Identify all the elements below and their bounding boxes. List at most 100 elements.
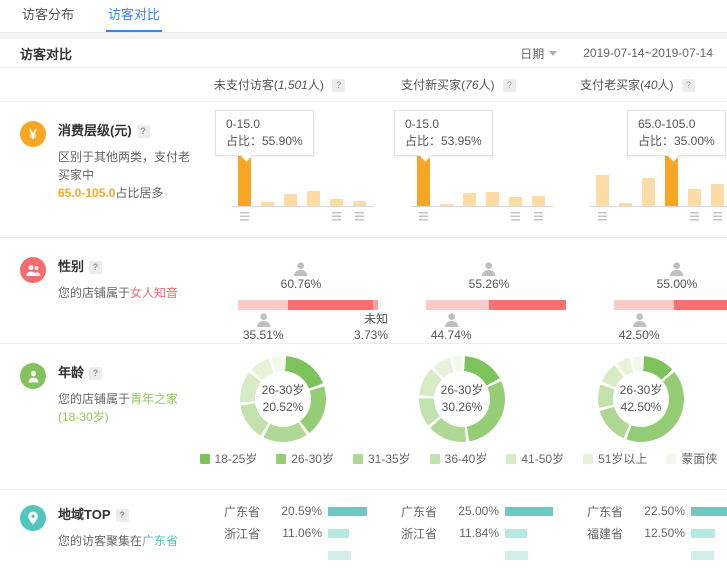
axis-tick-label: [240, 212, 249, 221]
legend-swatch: [666, 454, 676, 464]
help-icon[interactable]: ?: [89, 261, 102, 274]
legend-swatch: [583, 454, 593, 464]
bar[interactable]: [711, 184, 724, 206]
person-icon: [481, 262, 497, 276]
bar[interactable]: [642, 178, 655, 206]
province-percent: 25.00%: [447, 504, 499, 518]
section-description: 您的店铺属于女人知音: [58, 284, 178, 302]
page-title: 访客对比: [20, 44, 72, 63]
help-icon[interactable]: ?: [332, 79, 345, 92]
gender-chart-old-buyers[interactable]: 55.00% 42.50% 未知2.50%: [566, 238, 727, 343]
province-name: 福建省: [587, 525, 633, 542]
age-donut-cell-unpaid: 26-30岁 20.52%: [190, 344, 369, 442]
province-bar: [691, 529, 715, 538]
gender-chart-new-buyers[interactable]: 55.26% 44.74% 未知: [378, 238, 566, 343]
section-age: 年龄? 您的店铺属于青年之家(18-30岁) 26-30岁 20.52% 2: [0, 344, 727, 490]
column-header-old-buyers: 支付老买家(40人) ?: [548, 76, 727, 93]
axis-tick-label: [690, 212, 699, 221]
gender-chart-unpaid[interactable]: 60.76% 35.51% 未知3.73%: [190, 238, 378, 343]
legend-item[interactable]: 41-50岁: [506, 450, 564, 467]
legend-label: 26-30岁: [291, 450, 334, 467]
bar[interactable]: [532, 196, 545, 206]
consume-bar-chart-unpaid[interactable]: 0-15.0 占比：55.90%: [190, 102, 369, 230]
help-icon[interactable]: ?: [89, 367, 102, 380]
help-icon[interactable]: ?: [116, 509, 129, 522]
section-gender: 性别? 您的店铺属于女人知音 60.76% 35.51% 未知3.73%: [0, 238, 727, 344]
province-bar: [691, 551, 714, 560]
region-row: 福建省12.50%: [587, 526, 727, 540]
female-percent-label: 55.26%: [469, 262, 510, 292]
date-filter-label: 日期: [520, 45, 544, 62]
person-icon: [669, 262, 685, 276]
legend-label: 36-40岁: [445, 450, 488, 467]
person-icon: [255, 313, 271, 327]
legend-swatch: [200, 454, 210, 464]
person-icon: [20, 363, 46, 389]
section-description: 您的店铺属于青年之家(18-30岁): [58, 390, 190, 426]
province-name: 广东省: [224, 503, 270, 520]
age-donut-chart[interactable]: 26-30岁 30.26%: [419, 356, 505, 442]
province-bar: [328, 507, 367, 516]
bar[interactable]: [284, 194, 297, 206]
legend-label: 31-35岁: [368, 450, 411, 467]
date-filter-dropdown[interactable]: 日期: [520, 45, 557, 62]
help-icon[interactable]: ?: [137, 125, 150, 138]
legend-label: 18-25岁: [215, 450, 258, 467]
section-title: 年龄?: [58, 362, 190, 381]
bar[interactable]: [307, 191, 320, 206]
age-donut-chart[interactable]: 26-30岁 42.50%: [598, 356, 684, 442]
legend-item[interactable]: 51岁以上: [583, 450, 647, 467]
legend-swatch: [276, 454, 286, 464]
bar[interactable]: [463, 193, 476, 206]
consume-bar-chart-old-buyers[interactable]: 65.0-105.0 占比：35.00%: [548, 102, 727, 230]
region-row: 浙江省11.06%: [224, 526, 367, 540]
chart-tooltip: 65.0-105.0 占比：35.00%: [627, 110, 726, 156]
bar[interactable]: [486, 192, 499, 206]
bar[interactable]: [596, 175, 609, 206]
province-bar: [691, 507, 727, 516]
donut-center-label: 26-30岁 42.50%: [598, 356, 684, 442]
axis-tick-label: [355, 212, 364, 221]
section-title: 地域TOP?: [58, 504, 178, 523]
province-percent: 11.84%: [447, 526, 499, 540]
bar[interactable]: [509, 197, 522, 206]
chart-tooltip: 0-15.0 占比：55.90%: [215, 110, 314, 156]
province-bar: [505, 507, 553, 516]
help-icon[interactable]: ?: [503, 79, 516, 92]
legend-item[interactable]: 26-30岁: [276, 450, 334, 467]
province-percent: 22.50%: [633, 504, 685, 518]
axis-tick-label: [332, 212, 341, 221]
province-percent: 12.50%: [633, 526, 685, 540]
province-bar: [505, 551, 528, 560]
legend-item[interactable]: 18-25岁: [200, 450, 258, 467]
column-headers: 未支付访客(1,501人) ? 支付新买家(76人) ? 支付老买家(40人) …: [0, 68, 727, 102]
section-title: 消费层级(元)?: [58, 120, 190, 139]
legend-item[interactable]: 蒙面侠: [666, 450, 717, 467]
tab-visitor-compare[interactable]: 访客对比: [106, 4, 162, 32]
bar[interactable]: [688, 189, 701, 206]
card-header: 访客对比 日期 2019-07-14~2019-07-14: [0, 39, 727, 68]
consume-bar-chart-new-buyers[interactable]: 0-15.0 占比：53.95%: [369, 102, 548, 230]
region-row: 广东省22.50%: [587, 504, 727, 518]
region-row: 浙江省11.84%: [401, 526, 553, 540]
axis-tick-label: [598, 212, 607, 221]
male-percent-label: 44.74%: [431, 313, 472, 343]
region-list-new-buyers: 广东省25.00%浙江省11.84%: [367, 490, 553, 570]
legend-label: 51岁以上: [598, 450, 647, 467]
axis-tick-label: [511, 212, 520, 221]
location-pin-icon: [20, 505, 46, 531]
legend-item[interactable]: 31-35岁: [353, 450, 411, 467]
tab-visitor-distribution[interactable]: 访客分布: [20, 4, 76, 32]
help-icon[interactable]: ?: [682, 79, 695, 92]
legend-swatch: [506, 454, 516, 464]
age-donut-chart[interactable]: 26-30岁 20.52%: [240, 356, 326, 442]
bar[interactable]: [330, 199, 343, 206]
province-name: 浙江省: [224, 525, 270, 542]
region-row: [401, 548, 553, 562]
age-donut-cell-new-buyers: 26-30岁 30.26%: [369, 344, 548, 442]
donut-center-label: 26-30岁 30.26%: [419, 356, 505, 442]
date-range-value[interactable]: 2019-07-14~2019-07-14: [583, 46, 713, 60]
legend-item[interactable]: 36-40岁: [430, 450, 488, 467]
section-title: 性别?: [58, 256, 178, 275]
person-icon: [631, 313, 647, 327]
